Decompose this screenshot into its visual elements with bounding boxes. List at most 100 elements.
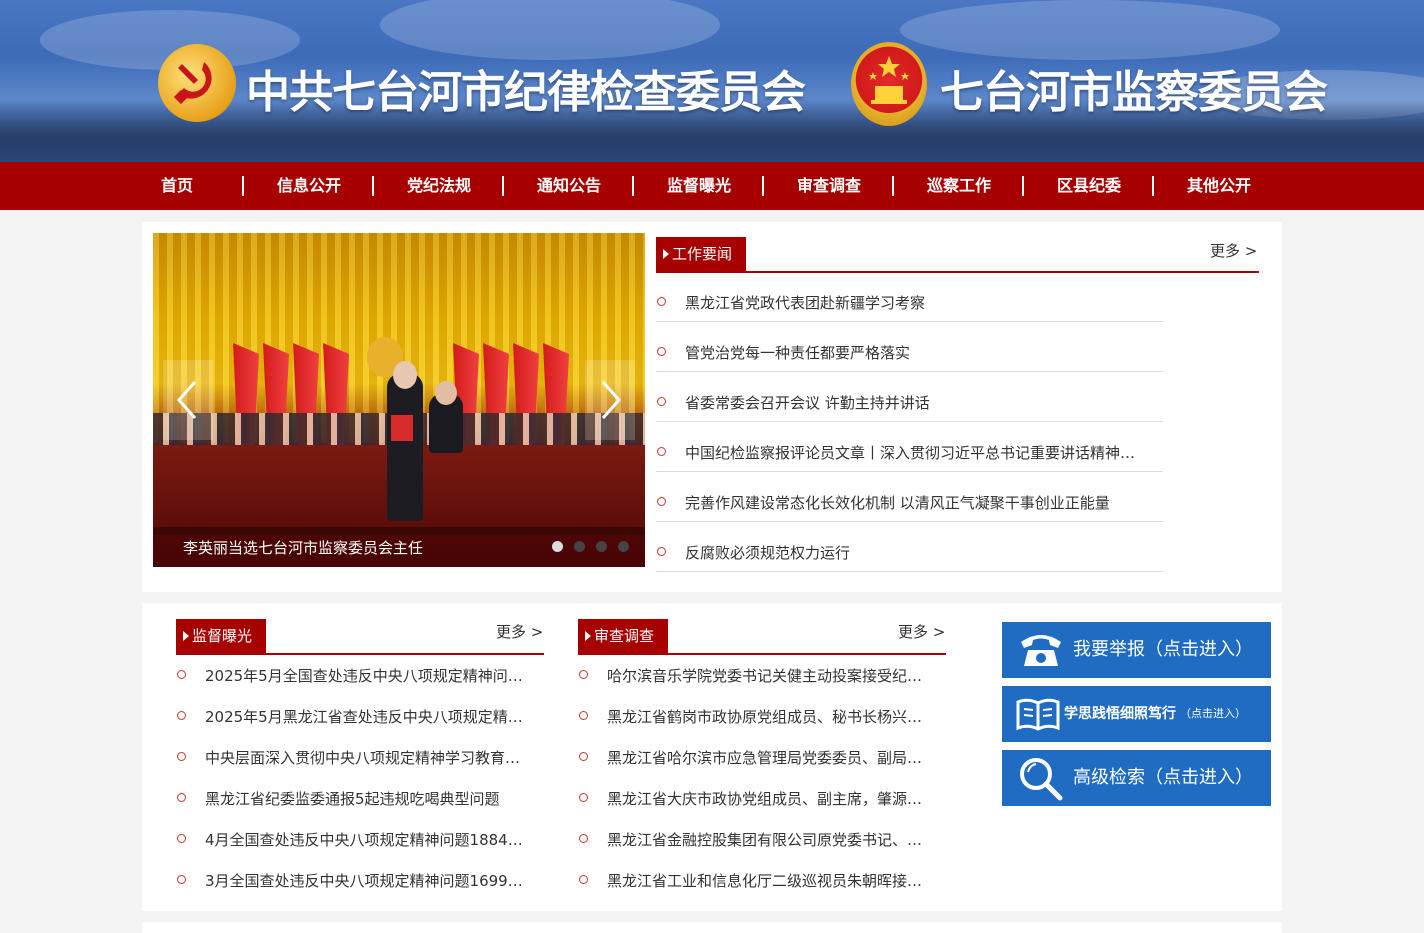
list-bullet-icon xyxy=(579,752,588,761)
nav-divider xyxy=(892,176,894,196)
slider-prev-button[interactable] xyxy=(163,360,213,440)
nav-home[interactable]: 首页 xyxy=(161,162,193,210)
banner-title-right: 七台河市监察委员会 xyxy=(940,67,1328,118)
nav-supervision[interactable]: 监督曝光 xyxy=(667,162,731,210)
investigation-item[interactable]: 黑龙江省工业和信息化厅二级巡视员朱朝晖接… xyxy=(607,870,943,891)
nav-divider xyxy=(502,176,504,196)
list-bullet-icon xyxy=(579,711,588,720)
list-bullet-icon xyxy=(177,670,186,679)
row-divider xyxy=(656,371,1163,372)
list-bullet-icon xyxy=(657,497,666,506)
list-bullet-icon xyxy=(177,711,186,720)
work-news-item[interactable]: 省委常委会召开会议 许勤主持并讲话 xyxy=(685,392,1163,413)
chevron-left-icon xyxy=(176,381,197,419)
list-bullet-icon xyxy=(177,752,186,761)
nav-investigation[interactable]: 审查调查 xyxy=(797,162,861,210)
list-bullet-icon xyxy=(177,834,186,843)
book-icon xyxy=(1016,698,1060,731)
nav-inspection[interactable]: 巡察工作 xyxy=(927,162,991,210)
investigation-item[interactable]: 黑龙江省哈尔滨市应急管理局党委委员、副局… xyxy=(607,747,943,768)
phone-icon xyxy=(1021,635,1061,666)
slider-dot[interactable] xyxy=(596,541,607,552)
row-divider xyxy=(656,471,1163,472)
advanced-search-button[interactable]: 高级检索（点击进入） xyxy=(1002,750,1271,806)
list-bullet-icon xyxy=(657,547,666,556)
header-banner: 中共七台河市纪律检查委员会 七台河市监察委员会 xyxy=(0,0,1424,162)
supervision-item[interactable]: 黑龙江省纪委监委通报5起违规吃喝典型问题 xyxy=(205,788,541,809)
section-underline xyxy=(176,653,544,655)
investigation-more-link[interactable]: 更多 > xyxy=(898,621,945,642)
investigation-header: 审查调查 更多 > xyxy=(578,619,946,655)
report-button-label: 我要举报（点击进入） xyxy=(1073,639,1253,660)
national-emblem-icon xyxy=(851,42,927,126)
work-news-tab[interactable]: 工作要闻 xyxy=(656,237,747,271)
work-news-item[interactable]: 完善作风建设常态化长效化机制 以清风正气凝聚干事创业正能量 xyxy=(685,492,1163,513)
nav-info-disclosure[interactable]: 信息公开 xyxy=(277,162,341,210)
list-bullet-icon xyxy=(657,347,666,356)
investigation-item[interactable]: 黑龙江省金融控股集团有限公司原党委书记、… xyxy=(607,829,943,850)
slide-certificate xyxy=(391,415,413,441)
section-underline xyxy=(578,653,946,655)
study-button-label: 学思践悟细照笃行 xyxy=(1064,706,1176,722)
next-panel xyxy=(142,922,1282,933)
search-icon xyxy=(1020,758,1063,801)
list-bullet-icon xyxy=(657,397,666,406)
main-nav: 首页 信息公开 党纪法规 通知公告 监督曝光 审查调查 巡察工作 区县纪委 其他… xyxy=(0,162,1424,210)
slider-next-button[interactable] xyxy=(585,360,635,440)
supervision-item[interactable]: 2025年5月全国查处违反中央八项规定精神问… xyxy=(205,665,541,686)
study-button[interactable]: 学思践悟细照笃行 （点击进入） xyxy=(1002,686,1271,742)
work-news-item[interactable]: 中国纪检监察报评论员文章丨深入贯彻习近平总书记重要讲话精神… xyxy=(685,442,1163,463)
report-button[interactable]: 我要举报（点击进入） xyxy=(1002,622,1271,678)
nav-other-disclosure[interactable]: 其他公开 xyxy=(1187,162,1251,210)
investigation-item[interactable]: 黑龙江省鹤岗市政协原党组成员、秘书长杨兴… xyxy=(607,706,943,727)
row-divider xyxy=(656,421,1163,422)
chevron-right-icon xyxy=(601,381,622,419)
slider-dot[interactable] xyxy=(574,541,585,552)
work-news-more-link[interactable]: 更多 > xyxy=(1210,240,1257,261)
nav-divider xyxy=(372,176,374,196)
banner-title-left: 中共七台河市纪律检查委员会 xyxy=(246,67,806,118)
nav-divider xyxy=(632,176,634,196)
advanced-search-button-label: 高级检索（点击进入） xyxy=(1073,767,1253,788)
nav-divider xyxy=(242,176,244,196)
row-divider xyxy=(656,321,1163,322)
nav-divider xyxy=(1022,176,1024,196)
cloud-decoration xyxy=(900,0,1280,60)
section-underline xyxy=(656,271,1259,273)
slide-person-head xyxy=(393,361,417,389)
supervision-item[interactable]: 2025年5月黑龙江省查处违反中央八项规定精… xyxy=(205,706,541,727)
list-bullet-icon xyxy=(579,793,588,802)
work-news-item[interactable]: 管党治党每一种责任都要严格落实 xyxy=(685,342,1163,363)
nav-district-commission[interactable]: 区县纪委 xyxy=(1057,162,1121,210)
supervision-header: 监督曝光 更多 > xyxy=(176,619,544,655)
supervision-more-link[interactable]: 更多 > xyxy=(496,621,543,642)
slider-dot-active[interactable] xyxy=(552,541,563,552)
slide-person xyxy=(387,373,423,521)
investigation-tab[interactable]: 审查调查 xyxy=(578,619,669,653)
list-bullet-icon xyxy=(579,875,588,884)
supervision-item[interactable]: 4月全国查处违反中央八项规定精神问题1884… xyxy=(205,829,541,850)
cloud-decoration xyxy=(380,0,720,60)
supervision-item[interactable]: 3月全国查处违反中央八项规定精神问题1699… xyxy=(205,870,541,891)
work-news-item[interactable]: 黑龙江省党政代表团赴新疆学习考察 xyxy=(685,292,1163,313)
image-slider[interactable]: 李英丽当选七台河市监察委员会主任 xyxy=(153,233,645,567)
slide-caption[interactable]: 李英丽当选七台河市监察委员会主任 xyxy=(183,537,423,558)
list-bullet-icon xyxy=(579,834,588,843)
slide-person-head xyxy=(435,381,457,405)
list-bullet-icon xyxy=(579,670,588,679)
nav-notices[interactable]: 通知公告 xyxy=(537,162,601,210)
party-emblem-icon xyxy=(158,44,236,122)
slider-dot[interactable] xyxy=(618,541,629,552)
nav-party-regulations[interactable]: 党纪法规 xyxy=(407,162,471,210)
nav-divider xyxy=(762,176,764,196)
list-bullet-icon xyxy=(177,875,186,884)
row-divider xyxy=(656,521,1163,522)
list-bullet-icon xyxy=(657,447,666,456)
investigation-item[interactable]: 哈尔滨音乐学院党委书记关健主动投案接受纪… xyxy=(607,665,943,686)
nav-divider xyxy=(1152,176,1154,196)
row-divider xyxy=(656,571,1163,572)
supervision-item[interactable]: 中央层面深入贯彻中央八项规定精神学习教育… xyxy=(205,747,541,768)
supervision-tab[interactable]: 监督曝光 xyxy=(176,619,267,653)
work-news-item[interactable]: 反腐败必须规范权力运行 xyxy=(685,542,1163,563)
investigation-item[interactable]: 黑龙江省大庆市政协党组成员、副主席，肇源… xyxy=(607,788,943,809)
